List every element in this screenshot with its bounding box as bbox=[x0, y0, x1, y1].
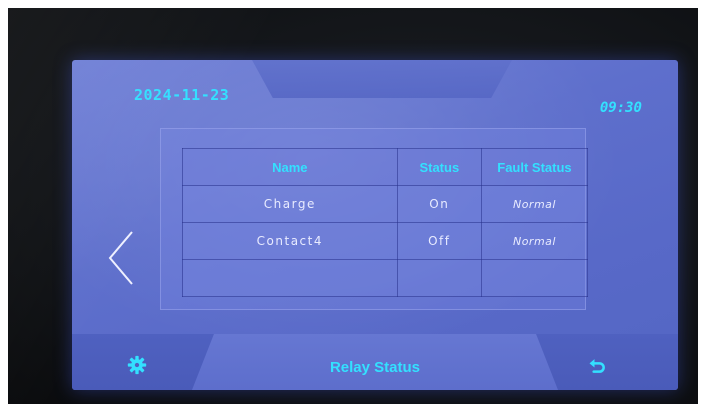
chevron-left-icon bbox=[108, 231, 133, 285]
settings-button[interactable] bbox=[124, 352, 150, 378]
column-header-fault-status: Fault Status bbox=[480, 148, 589, 186]
gear-icon bbox=[127, 355, 147, 375]
table-row: Contact4 Off Normal bbox=[182, 222, 589, 260]
relay-name-cell: Charge bbox=[182, 185, 398, 223]
relay-fault-cell bbox=[480, 259, 589, 297]
relay-status-cell bbox=[396, 259, 482, 297]
relay-fault-cell: Normal bbox=[480, 222, 589, 260]
column-header-status: Status bbox=[396, 148, 482, 186]
relay-status-cell: On bbox=[396, 185, 482, 223]
column-header-name: Name bbox=[182, 148, 398, 186]
relay-name-cell: Contact4 bbox=[182, 222, 398, 260]
relay-name-cell bbox=[182, 259, 398, 297]
device-photo: 2024-11-23 09:30 Name Status Fault Statu… bbox=[8, 8, 698, 404]
table-row: Charge On Normal bbox=[182, 185, 589, 223]
previous-page-button[interactable] bbox=[106, 228, 136, 288]
relay-status-cell: Off bbox=[396, 222, 482, 260]
device-screen: 2024-11-23 09:30 Name Status Fault Statu… bbox=[72, 60, 678, 390]
table-header-row: Name Status Fault Status bbox=[182, 148, 589, 186]
table-row bbox=[182, 259, 589, 297]
relay-status-table: Name Status Fault Status Charge On Norma… bbox=[182, 148, 589, 297]
time-display: 09:30 bbox=[599, 100, 642, 116]
back-button[interactable] bbox=[584, 352, 610, 378]
back-arrow-icon bbox=[589, 359, 605, 373]
header-notch bbox=[252, 60, 512, 98]
relay-fault-cell: Normal bbox=[480, 185, 589, 223]
date-display: 2024-11-23 bbox=[134, 86, 230, 104]
